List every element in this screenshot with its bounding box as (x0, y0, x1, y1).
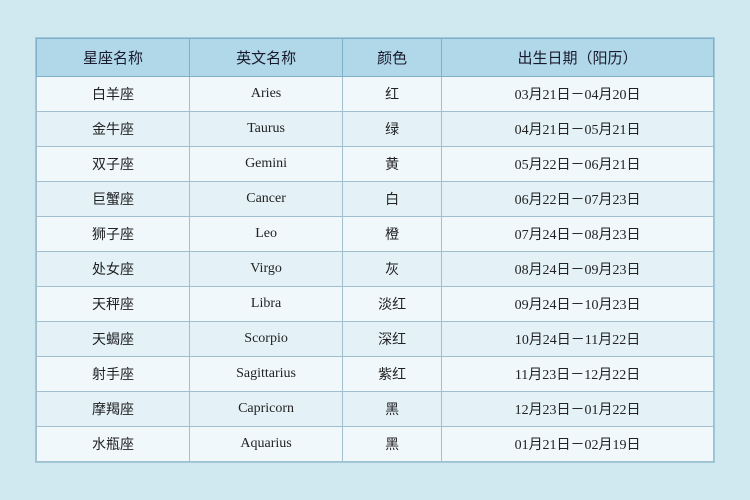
header-english-name: 英文名称 (190, 39, 343, 77)
table-row: 金牛座Taurus绿04月21日－05月21日 (37, 112, 714, 147)
cell-chinese: 水瓶座 (37, 427, 190, 462)
cell-english: Scorpio (190, 322, 343, 357)
cell-date: 12月23日－01月22日 (442, 392, 714, 427)
cell-date: 03月21日－04月20日 (442, 77, 714, 112)
cell-english: Taurus (190, 112, 343, 147)
table-row: 射手座Sagittarius紫红11月23日－12月22日 (37, 357, 714, 392)
cell-color: 黑 (343, 427, 442, 462)
cell-chinese: 射手座 (37, 357, 190, 392)
table-row: 处女座Virgo灰08月24日－09月23日 (37, 252, 714, 287)
cell-date: 11月23日－12月22日 (442, 357, 714, 392)
header-chinese-name: 星座名称 (37, 39, 190, 77)
cell-color: 红 (343, 77, 442, 112)
table-row: 巨蟹座Cancer白06月22日－07月23日 (37, 182, 714, 217)
table-row: 摩羯座Capricorn黑12月23日－01月22日 (37, 392, 714, 427)
cell-date: 04月21日－05月21日 (442, 112, 714, 147)
cell-chinese: 狮子座 (37, 217, 190, 252)
table-row: 双子座Gemini黄05月22日－06月21日 (37, 147, 714, 182)
cell-date: 05月22日－06月21日 (442, 147, 714, 182)
zodiac-table: 星座名称 英文名称 颜色 出生日期（阳历） 白羊座Aries红03月21日－04… (36, 38, 714, 462)
cell-chinese: 摩羯座 (37, 392, 190, 427)
table-row: 水瓶座Aquarius黑01月21日－02月19日 (37, 427, 714, 462)
header-color: 颜色 (343, 39, 442, 77)
cell-chinese: 处女座 (37, 252, 190, 287)
table-header-row: 星座名称 英文名称 颜色 出生日期（阳历） (37, 39, 714, 77)
cell-color: 深红 (343, 322, 442, 357)
cell-english: Cancer (190, 182, 343, 217)
cell-date: 01月21日－02月19日 (442, 427, 714, 462)
cell-english: Aries (190, 77, 343, 112)
cell-chinese: 天秤座 (37, 287, 190, 322)
cell-chinese: 天蝎座 (37, 322, 190, 357)
cell-english: Sagittarius (190, 357, 343, 392)
cell-date: 08月24日－09月23日 (442, 252, 714, 287)
cell-english: Gemini (190, 147, 343, 182)
cell-english: Virgo (190, 252, 343, 287)
cell-english: Libra (190, 287, 343, 322)
cell-english: Aquarius (190, 427, 343, 462)
cell-date: 09月24日－10月23日 (442, 287, 714, 322)
cell-english: Capricorn (190, 392, 343, 427)
cell-chinese: 巨蟹座 (37, 182, 190, 217)
cell-chinese: 金牛座 (37, 112, 190, 147)
cell-english: Leo (190, 217, 343, 252)
cell-color: 白 (343, 182, 442, 217)
table-row: 狮子座Leo橙07月24日－08月23日 (37, 217, 714, 252)
cell-color: 灰 (343, 252, 442, 287)
cell-date: 07月24日－08月23日 (442, 217, 714, 252)
cell-color: 橙 (343, 217, 442, 252)
table-row: 天蝎座Scorpio深红10月24日－11月22日 (37, 322, 714, 357)
table-row: 天秤座Libra淡红09月24日－10月23日 (37, 287, 714, 322)
cell-color: 淡红 (343, 287, 442, 322)
cell-color: 黑 (343, 392, 442, 427)
cell-color: 黄 (343, 147, 442, 182)
cell-date: 10月24日－11月22日 (442, 322, 714, 357)
header-date: 出生日期（阳历） (442, 39, 714, 77)
zodiac-table-container: 星座名称 英文名称 颜色 出生日期（阳历） 白羊座Aries红03月21日－04… (35, 37, 715, 463)
cell-date: 06月22日－07月23日 (442, 182, 714, 217)
cell-chinese: 白羊座 (37, 77, 190, 112)
cell-chinese: 双子座 (37, 147, 190, 182)
cell-color: 紫红 (343, 357, 442, 392)
table-row: 白羊座Aries红03月21日－04月20日 (37, 77, 714, 112)
cell-color: 绿 (343, 112, 442, 147)
